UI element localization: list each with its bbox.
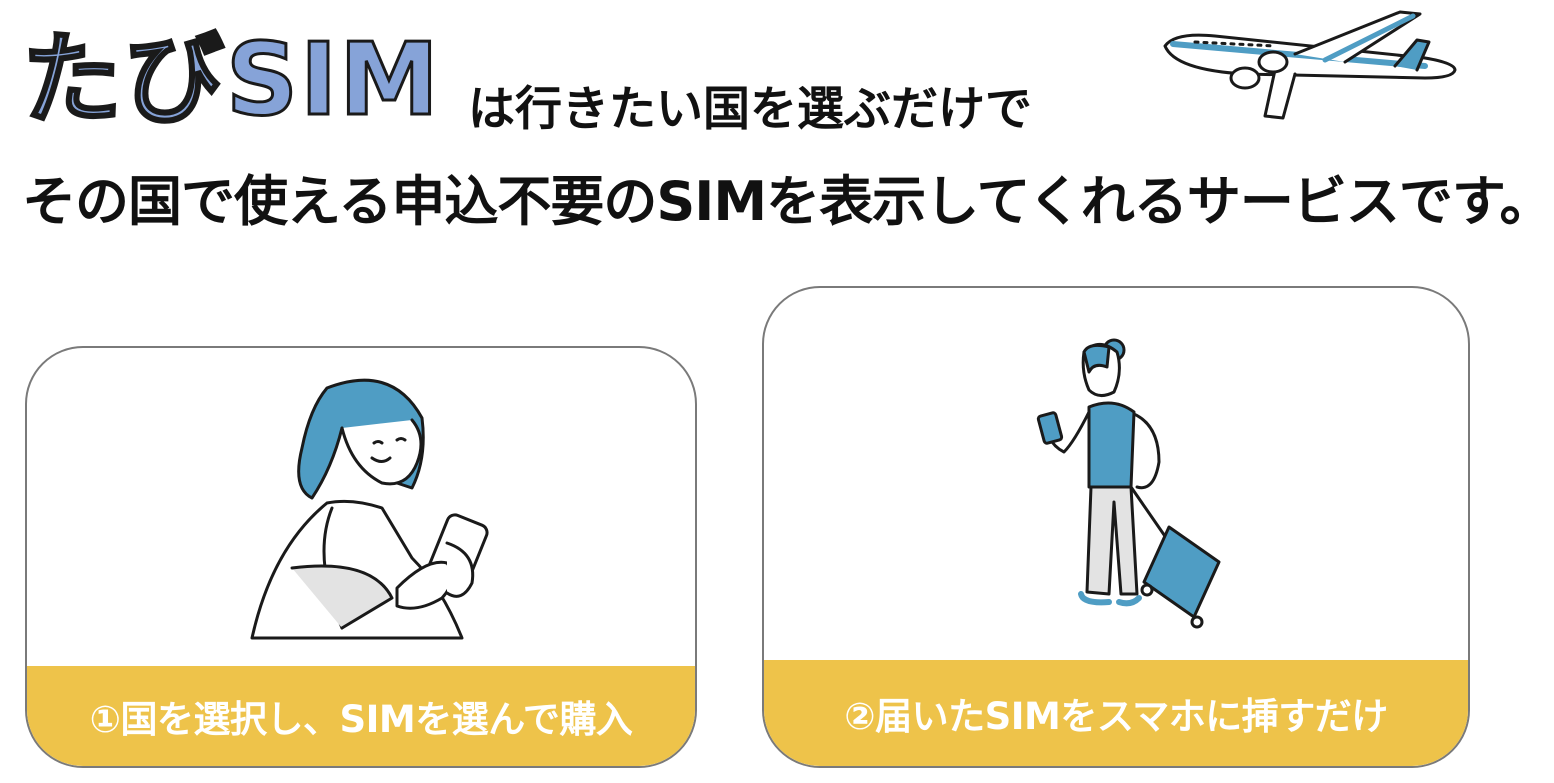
step-1-band: ①国を選択し、SIMを選んで購入 <box>27 666 695 766</box>
traveler-with-suitcase-illustration <box>1036 338 1221 629</box>
step-2-band: ②届いたSIMをスマホに挿すだけ <box>764 660 1468 766</box>
step-2-card: ②届いたSIMをスマホに挿すだけ <box>762 286 1470 768</box>
step-1-label: ①国を選択し、SIMを選んで購入 <box>89 698 633 741</box>
woman-with-phone-illustration <box>250 378 489 640</box>
headline-line-2: その国で使える申込不要のSIMを表示してくれるサービスです。 <box>22 170 1553 233</box>
step-1-card: ①国を選択し、SIMを選んで購入 <box>25 346 697 768</box>
step-2-label: ②届いたSIMをスマホに挿すだけ <box>844 695 1388 738</box>
airplane-icon <box>1163 10 1457 120</box>
headline-line-1: は行きたい国を選ぶだけで <box>468 82 1032 137</box>
brand-logo: たびSIM <box>21 21 441 138</box>
